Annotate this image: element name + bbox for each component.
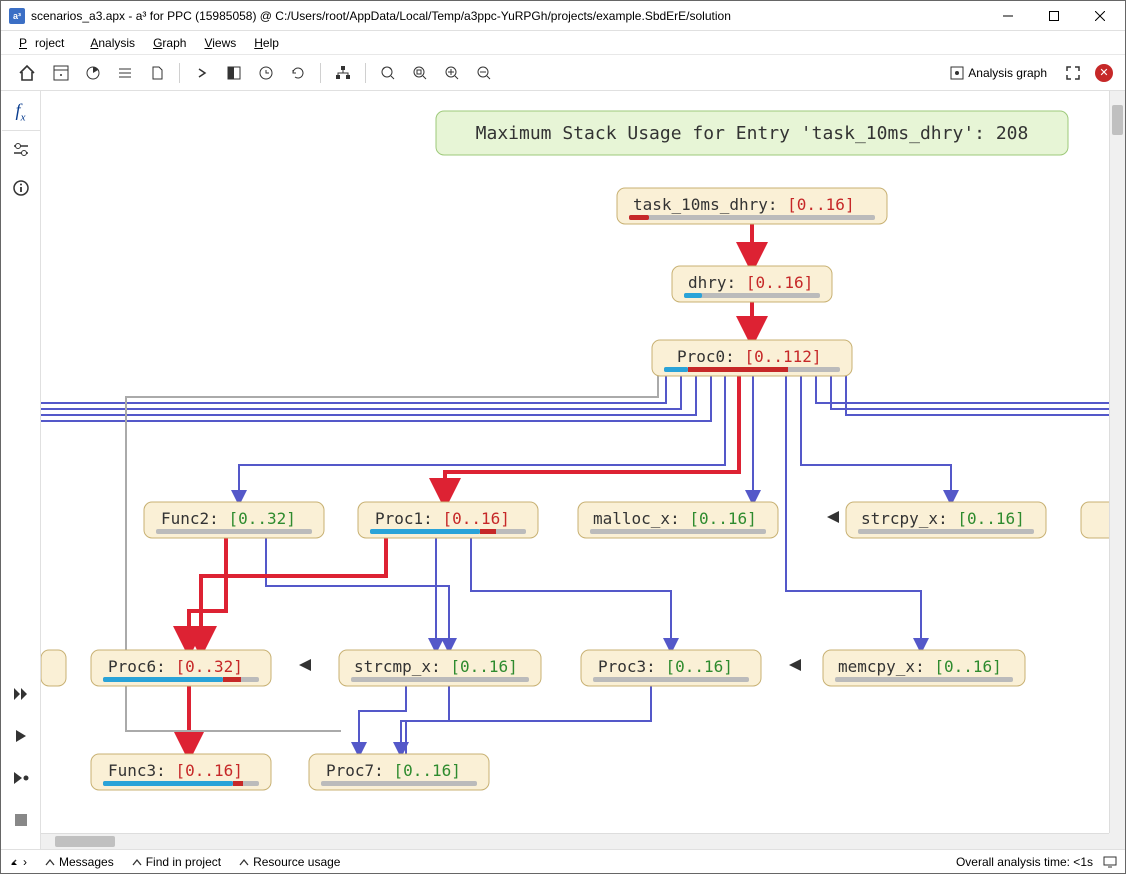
window-title: scenarios_a3.apx - a³ for PPC (15985058)… — [31, 9, 985, 23]
node-func2[interactable]: Func2: [0..32] — [144, 502, 324, 538]
svg-text:task_10ms_dhry: [0..16]: task_10ms_dhry: [0..16] — [633, 195, 855, 214]
pie-icon[interactable] — [79, 59, 107, 87]
node-strcpy-x[interactable]: strcpy_x: [0..16] — [846, 502, 1046, 538]
resource-usage-button[interactable]: Resource usage — [239, 855, 340, 869]
document-icon[interactable] — [143, 59, 171, 87]
menu-help[interactable]: Help — [246, 34, 287, 52]
minimize-button[interactable] — [985, 1, 1031, 31]
node-dhry[interactable]: dhry: [0..16] — [672, 266, 832, 302]
left-sidebar: fx — [1, 91, 41, 849]
play-icon[interactable] — [2, 717, 40, 755]
node-offscreen-left[interactable] — [41, 650, 66, 686]
svg-text:malloc_x: [0..16]: malloc_x: [0..16] — [593, 509, 757, 528]
menu-graph[interactable]: Graph — [145, 34, 194, 52]
close-button[interactable] — [1077, 1, 1123, 31]
app-icon: a³ — [9, 8, 25, 24]
clock-icon[interactable] — [252, 59, 280, 87]
svg-text:Proc3: [0..16]: Proc3: [0..16] — [598, 657, 733, 676]
node-strcmp-x[interactable]: strcmp_x: [0..16] — [339, 650, 541, 686]
svg-text:strcmp_x: [0..16]: strcmp_x: [0..16] — [354, 657, 518, 676]
node-func3[interactable]: Func3: [0..16] — [91, 754, 271, 790]
node-memcpy-x[interactable]: memcpy_x: [0..16] — [823, 650, 1025, 686]
svg-text:Proc6: [0..32]: Proc6: [0..32] — [108, 657, 243, 676]
info-icon[interactable] — [2, 169, 40, 207]
expand-icon[interactable] — [299, 659, 311, 671]
panel-icon[interactable] — [47, 59, 75, 87]
toolbar: Analysis graph ✕ — [1, 55, 1125, 91]
horizontal-scrollbar[interactable] — [41, 833, 1109, 849]
svg-text:Proc0: [0..112]: Proc0: [0..112] — [677, 347, 822, 366]
node-proc3[interactable]: Proc3: [0..16] — [581, 650, 761, 686]
node-proc7[interactable]: Proc7: [0..16] — [309, 754, 489, 790]
sliders-icon[interactable] — [2, 131, 40, 169]
messages-button[interactable]: Messages — [45, 855, 114, 869]
zoom-fit-icon[interactable] — [406, 59, 434, 87]
node-offscreen[interactable] — [1081, 502, 1109, 538]
node-task-10ms-dhry[interactable]: task_10ms_dhry: [0..16] — [617, 188, 887, 224]
svg-text:Proc7: [0..16]: Proc7: [0..16] — [326, 761, 461, 780]
node-proc1[interactable]: Proc1: [0..16] — [358, 502, 538, 538]
analysis-graph-button[interactable]: Analysis graph — [946, 66, 1051, 80]
close-panel-icon[interactable]: ✕ — [1095, 64, 1113, 82]
svg-text:Proc1: [0..16]: Proc1: [0..16] — [375, 509, 510, 528]
play-to-icon[interactable] — [2, 759, 40, 797]
svg-text:Func3: [0..16]: Func3: [0..16] — [108, 761, 243, 780]
fx-icon[interactable]: fx — [2, 93, 40, 131]
contrast-icon[interactable] — [220, 59, 248, 87]
svg-text:strcpy_x: [0..16]: strcpy_x: [0..16] — [861, 509, 1025, 528]
vertical-scrollbar[interactable] — [1109, 91, 1125, 833]
fast-forward-icon[interactable] — [2, 675, 40, 713]
node-proc0[interactable]: Proc0: [0..112] — [652, 340, 852, 376]
stop-icon[interactable] — [2, 801, 40, 839]
banner-text: Maximum Stack Usage for Entry 'task_10ms… — [476, 123, 1029, 144]
zoom-in-icon[interactable] — [438, 59, 466, 87]
chevron-right-icon[interactable] — [188, 59, 216, 87]
statusbar: › Messages Find in project Resource usag… — [1, 849, 1125, 874]
fullscreen-icon[interactable] — [1059, 59, 1087, 87]
zoom-out-icon[interactable] — [470, 59, 498, 87]
refresh-icon[interactable] — [284, 59, 312, 87]
svg-text:memcpy_x: [0..16]: memcpy_x: [0..16] — [838, 657, 1002, 676]
home-icon[interactable] — [13, 59, 41, 87]
tree-icon[interactable] — [329, 59, 357, 87]
list-icon[interactable] — [111, 59, 139, 87]
node-malloc-x[interactable]: malloc_x: [0..16] — [578, 502, 778, 538]
node-proc6[interactable]: Proc6: [0..32] — [91, 650, 271, 686]
expand-icon[interactable] — [827, 511, 839, 523]
menubar: Project Analysis Graph Views Help — [1, 31, 1125, 55]
zoom-reset-icon[interactable] — [374, 59, 402, 87]
find-in-project-button[interactable]: Find in project — [132, 855, 221, 869]
scroll-corner — [1109, 833, 1125, 849]
menu-views[interactable]: Views — [196, 34, 244, 52]
svg-text:dhry: [0..16]: dhry: [0..16] — [688, 273, 813, 292]
expand-statusbar-icon[interactable]: › — [9, 855, 27, 869]
svg-text:Func2: [0..32]: Func2: [0..32] — [161, 509, 296, 528]
monitor-icon[interactable] — [1103, 855, 1117, 869]
analysis-time-label: Overall analysis time: <1s — [956, 855, 1093, 869]
titlebar: a³ scenarios_a3.apx - a³ for PPC (159850… — [1, 1, 1125, 31]
maximize-button[interactable] — [1031, 1, 1077, 31]
menu-project[interactable]: Project — [11, 34, 80, 52]
expand-icon[interactable] — [789, 659, 801, 671]
menu-analysis[interactable]: Analysis — [82, 34, 143, 52]
graph-canvas[interactable]: Maximum Stack Usage for Entry 'task_10ms… — [41, 91, 1125, 849]
